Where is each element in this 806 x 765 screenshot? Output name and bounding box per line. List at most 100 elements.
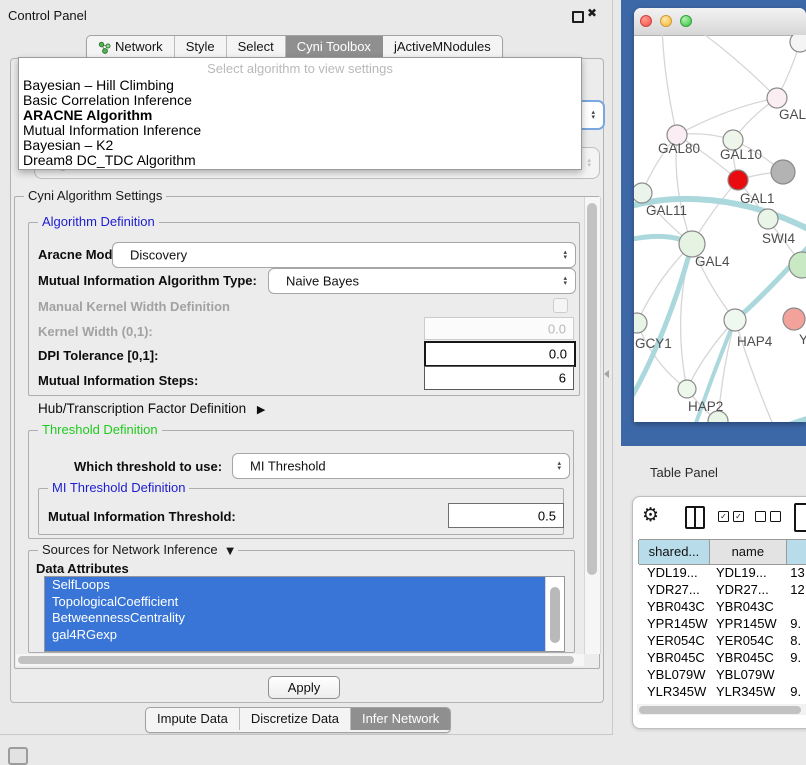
network-node-gal11[interactable] <box>634 183 652 203</box>
tab-label: Style <box>186 36 215 58</box>
tab-select[interactable]: Select <box>227 36 286 58</box>
table-row[interactable]: YDR27...YDR27...12 <box>639 582 806 599</box>
tab-cyni-toolbox[interactable]: Cyni Toolbox <box>286 36 383 58</box>
table-row[interactable]: YER054CYER054C8. <box>639 633 806 650</box>
minimize-traffic-light-icon[interactable] <box>660 15 672 27</box>
tab-impute-data[interactable]: Impute Data <box>146 708 240 730</box>
close-traffic-light-icon[interactable] <box>640 15 652 27</box>
manual-kernel-width-checkbox[interactable] <box>553 298 568 313</box>
mi-algorithm-type-combobox[interactable]: Naive Bayes ▴▾ <box>268 268 576 294</box>
table-panel: ⚙ ✓✓ shared...name YDL19...YDL19...13YDR… <box>632 496 806 729</box>
export-table-icon[interactable] <box>794 503 806 532</box>
network-edge[interactable] <box>694 35 777 98</box>
algorithm-dropdown-items: Bayesian – Hill ClimbingBasic Correlatio… <box>19 78 581 168</box>
algorithm-option[interactable]: Dream8 DC_TDC Algorithm <box>19 153 581 168</box>
which-threshold-combobox[interactable]: MI Threshold ▴▾ <box>232 453 570 479</box>
network-node-gal1[interactable] <box>728 170 748 190</box>
aracne-mode-value: Discovery <box>130 248 187 263</box>
attribute-list-item[interactable]: BetweennessCentrality <box>45 610 564 627</box>
attribute-list-item[interactable]: SelfLoops <box>45 577 564 594</box>
algorithm-option[interactable]: Bayesian – K2 <box>19 138 581 153</box>
deselect-all-columns-icon[interactable] <box>755 511 781 522</box>
network-edge[interactable] <box>677 98 777 135</box>
expand-right-icon: ▶ <box>257 403 265 416</box>
select-all-columns-icon[interactable]: ✓✓ <box>718 511 744 522</box>
network-window-titlebar[interactable] <box>634 8 806 36</box>
table-horizontal-scrollbar[interactable] <box>637 704 806 715</box>
which-threshold-value: MI Threshold <box>250 459 326 474</box>
network-canvas[interactable]: GALGAL80GAL10GAL1GAL11SWI4GAL4HAP4YGCY1H… <box>634 35 806 422</box>
network-node-y[interactable] <box>783 308 805 330</box>
threshold-definition-title: Threshold Definition <box>38 422 162 437</box>
settings-vertical-scrollbar[interactable] <box>584 197 601 654</box>
mi-threshold-label: Mutual Information Threshold: <box>48 509 236 524</box>
tab-discretize-data[interactable]: Discretize Data <box>240 708 351 730</box>
table-cell: YBR045C <box>710 650 784 667</box>
node-table: shared...name YDL19...YDL19...13YDR27...… <box>639 539 806 705</box>
tab-label: Cyni Toolbox <box>297 36 371 58</box>
control-panel-title: Control Panel <box>8 8 87 23</box>
network-node-hap2[interactable] <box>678 380 696 398</box>
algorithm-option[interactable]: ARACNE Algorithm <box>19 108 581 123</box>
sources-title[interactable]: Sources for Network Inference ▼ <box>38 542 238 557</box>
algorithm-option[interactable]: Basic Correlation Inference <box>19 93 581 108</box>
column-header-cut[interactable] <box>786 540 806 564</box>
table-cell: YBL079W <box>710 667 784 684</box>
close-icon[interactable]: ✖ <box>587 6 597 20</box>
attribute-list-item[interactable]: TopologicalCoefficient <box>45 594 564 611</box>
network-node-swi4[interactable] <box>758 209 778 229</box>
tab-style[interactable]: Style <box>175 36 227 58</box>
algorithm-dropdown-popup: Select algorithm to view settings Bayesi… <box>18 57 582 170</box>
tab-label: Impute Data <box>157 708 228 730</box>
gear-icon[interactable]: ⚙ <box>642 504 659 526</box>
network-node-hap4[interactable] <box>724 309 746 331</box>
panel-divider-arrow-icon[interactable] <box>604 370 609 378</box>
tab-jactivemnodules[interactable]: jActiveMNodules <box>383 36 502 58</box>
data-attributes-items: SelfLoopsTopologicalCoefficientBetweenne… <box>45 577 564 643</box>
table-row[interactable]: YPR145WYPR145W9. <box>639 616 806 633</box>
attribute-list-item[interactable]: gal4RGexp <box>45 627 564 644</box>
network-node-gal[interactable] <box>767 88 787 108</box>
table-row[interactable]: YDL19...YDL19...13 <box>639 565 806 582</box>
manual-kernel-width-label: Manual Kernel Width Definition <box>38 299 230 314</box>
table-row[interactable]: YBR045CYBR045C9. <box>639 650 806 667</box>
column-header-name[interactable]: name <box>709 540 787 564</box>
aracne-mode-combobox[interactable]: Discovery ▴▾ <box>112 242 576 268</box>
network-node-gcy1[interactable] <box>634 313 647 333</box>
algorithm-option[interactable]: Mutual Information Inference <box>19 123 581 138</box>
algorithm-definition-title: Algorithm Definition <box>38 214 159 229</box>
mi-threshold-field[interactable]: 0.5 <box>448 503 564 528</box>
network-edge-highlighted[interactable] <box>726 419 806 422</box>
which-threshold-label: Which threshold to use: <box>74 459 222 474</box>
table-cell: YLR345W <box>639 684 710 701</box>
dpi-tolerance-field[interactable]: 0.0 <box>424 341 576 367</box>
column-header-shared...[interactable]: shared... <box>638 540 710 564</box>
cyni-bottom-tabs: Impute Data Discretize DataInfer Network <box>145 707 451 733</box>
tab-network[interactable]: Network <box>87 36 175 58</box>
zoom-traffic-light-icon[interactable] <box>680 15 692 27</box>
kernel-width-label: Kernel Width (0,1): <box>38 324 153 339</box>
table-row[interactable]: YLR345WYLR345W9. <box>639 684 806 701</box>
attributes-list-scrollbar[interactable] <box>545 577 564 651</box>
network-node[interactable] <box>790 35 806 52</box>
data-attributes-list[interactable]: SelfLoopsTopologicalCoefficientBetweenne… <box>44 576 565 652</box>
grid-handle-icon[interactable] <box>8 747 28 765</box>
table-cell: YER054C <box>710 633 784 650</box>
table-row[interactable]: YBR043CYBR043C <box>639 599 806 616</box>
network-node[interactable] <box>789 252 806 278</box>
tab-infer-network[interactable]: Infer Network <box>351 708 450 730</box>
network-edge[interactable] <box>662 35 677 135</box>
mi-steps-field[interactable]: 6 <box>424 366 574 390</box>
split-view-icon[interactable] <box>685 506 705 529</box>
table-cell: 8. <box>784 633 806 650</box>
stepper-arrows-icon: ▴▾ <box>591 110 595 120</box>
apply-button[interactable]: Apply <box>268 676 340 699</box>
table-cell: 13 <box>784 565 806 582</box>
float-window-icon[interactable] <box>572 11 584 23</box>
table-row[interactable]: YBL079WYBL079W <box>639 667 806 684</box>
hub-definition-expander[interactable]: Hub/Transcription Factor Definition ▶ <box>38 401 265 416</box>
settings-horizontal-scrollbar[interactable] <box>16 654 584 666</box>
network-node[interactable] <box>771 160 795 184</box>
algorithm-option[interactable]: Bayesian – Hill Climbing <box>19 78 581 93</box>
mi-algorithm-type-value: Naive Bayes <box>286 274 359 289</box>
